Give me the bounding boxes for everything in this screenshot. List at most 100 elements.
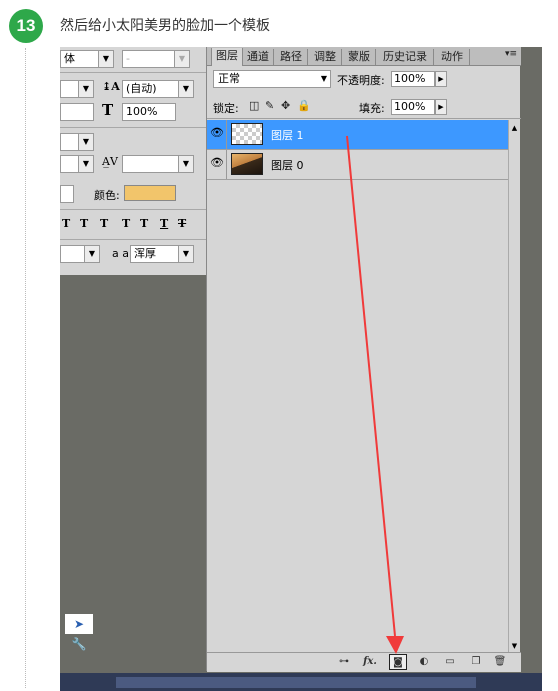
trash-icon[interactable]: 🗑	[491, 654, 509, 670]
lock-brush-icon[interactable]: ✎	[265, 99, 274, 112]
font-style-value: 体	[64, 52, 75, 65]
fill-input[interactable]: 100%	[391, 99, 435, 115]
underline-button[interactable]: T	[160, 217, 168, 230]
visibility-toggle[interactable]: 👁	[207, 120, 227, 149]
divider	[207, 118, 521, 119]
eye-icon: 👁	[210, 126, 224, 139]
tracking-select[interactable]: ▼	[122, 155, 194, 173]
panel-tabs: 图层 通道 路径 调整 蒙版 历史记录 动作 ▾≡	[207, 47, 521, 66]
antialias-value: 浑厚	[134, 247, 156, 260]
fill-label: 填充:	[359, 102, 385, 115]
layer-thumbnail	[231, 123, 263, 145]
add-mask-icon[interactable]: ◙	[389, 654, 407, 670]
wrench-icon[interactable]: ➤ 🔧	[65, 614, 93, 651]
chevron-down-icon[interactable]: ▼	[178, 245, 194, 263]
chevron-down-icon: ▼	[320, 74, 327, 83]
blend-mode-select[interactable]: 正常 ▼	[213, 70, 331, 88]
step-number-badge: 13	[9, 9, 43, 43]
kerning-select[interactable]: ▼	[60, 133, 94, 151]
color-label: 颜色:	[94, 189, 120, 202]
font-style-select[interactable]: 体 ▼	[60, 50, 114, 68]
new-layer-icon[interactable]: ❐	[467, 654, 485, 670]
chevron-down-icon[interactable]: ▼	[78, 133, 94, 151]
dotted-guide-line	[25, 48, 26, 688]
taskbar-strip	[116, 677, 476, 688]
antialias-label: a a	[112, 247, 129, 260]
tab-paths[interactable]: 路径	[275, 49, 308, 65]
leading-icon: ↨A	[102, 80, 120, 93]
disabled-value: -	[126, 52, 130, 65]
horizontal-scale-select[interactable]: ▼	[60, 155, 94, 173]
small-caps-button[interactable]: T	[140, 217, 148, 230]
chevron-down-icon[interactable]: ▼	[178, 155, 194, 173]
layer-thumbnail	[231, 153, 263, 175]
vertical-scale-icon: T	[102, 101, 114, 119]
divider	[60, 72, 206, 73]
scroll-down-icon[interactable]: ▼	[509, 640, 520, 652]
chevron-down-icon[interactable]: ▼	[78, 155, 94, 173]
lock-move-icon[interactable]: ✥	[281, 99, 290, 112]
text-color-swatch[interactable]	[124, 185, 176, 201]
blend-mode-value: 正常	[218, 72, 240, 85]
tracking-field[interactable]	[60, 103, 94, 121]
character-panel: 体 ▼ - ▼ ▼ ↨A (自动) ▼ T 100% ▼ ▼ A̲V ▼ 颜色:…	[60, 47, 207, 275]
faux-bold-button[interactable]: T	[62, 217, 70, 230]
photoshop-screenshot: 体 ▼ - ▼ ▼ ↨A (自动) ▼ T 100% ▼ ▼ A̲V ▼ 颜色:…	[60, 47, 542, 691]
opacity-slider-arrow-icon[interactable]: ▶	[435, 71, 447, 87]
vertical-scale-input[interactable]: 100%	[122, 103, 176, 121]
tab-actions[interactable]: 动作	[435, 49, 470, 65]
tab-masks[interactable]: 蒙版	[343, 49, 376, 65]
lock-transparent-icon[interactable]: ◫	[249, 99, 259, 112]
lock-all-icon[interactable]: 🔒	[297, 99, 311, 112]
antialias-select[interactable]: 浑厚 ▼	[130, 245, 194, 263]
group-folder-icon[interactable]: ▭	[441, 654, 459, 670]
chevron-down-icon[interactable]: ▼	[98, 50, 114, 68]
chevron-down-icon[interactable]: ▼	[78, 80, 94, 98]
divider	[60, 127, 206, 128]
tab-history[interactable]: 历史记录	[377, 49, 434, 65]
layers-scrollbar[interactable]: ▲ ▼	[508, 120, 520, 652]
tab-channels[interactable]: 通道	[243, 49, 274, 65]
tab-adjustments[interactable]: 调整	[309, 49, 342, 65]
superscript-button[interactable]: T	[100, 217, 108, 230]
layer-name: 图层 1	[271, 129, 304, 142]
layers-bottom-toolbar: ⊶ fx. ◙ ◐ ▭ ❐ 🗑	[207, 652, 521, 672]
link-layers-icon[interactable]: ⊶	[335, 654, 353, 670]
chevron-down-icon: ▼	[174, 50, 190, 68]
opacity-input[interactable]: 100%	[391, 71, 435, 87]
chevron-down-icon[interactable]: ▼	[84, 245, 100, 263]
opacity-label: 不透明度:	[337, 74, 385, 87]
layers-panel: 图层 通道 路径 调整 蒙版 历史记录 动作 ▾≡ 正常 ▼ 不透明度: 100…	[206, 47, 521, 672]
font-size-select[interactable]: ▼	[60, 80, 94, 98]
divider	[60, 239, 206, 240]
baseline-input[interactable]	[60, 185, 74, 203]
vertical-scale-value: 100%	[126, 105, 158, 118]
tab-layers[interactable]: 图层	[211, 48, 243, 66]
fx-button[interactable]: fx.	[361, 654, 379, 670]
fill-slider-arrow-icon[interactable]: ▶	[435, 99, 447, 115]
lock-label: 锁定:	[213, 102, 239, 115]
taskbar	[60, 673, 542, 691]
layer-name: 图层 0	[271, 159, 304, 172]
scroll-up-icon[interactable]: ▲	[509, 122, 520, 134]
language-select[interactable]: ▼	[60, 245, 100, 263]
divider	[60, 209, 206, 210]
subscript-button[interactable]: T	[122, 217, 130, 230]
adjustment-icon[interactable]: ◐	[415, 654, 433, 670]
divider	[207, 179, 509, 180]
chevron-down-icon[interactable]: ▼	[178, 80, 194, 98]
eye-icon: 👁	[210, 156, 224, 169]
fill-value: 100%	[394, 100, 426, 113]
visibility-toggle[interactable]: 👁	[207, 150, 227, 179]
font-style-disabled-select: - ▼	[122, 50, 190, 68]
leading-value: (自动)	[126, 82, 157, 95]
all-caps-button[interactable]: T	[80, 217, 88, 230]
layer-row-1[interactable]: 👁 图层 1	[207, 120, 509, 149]
step-title: 然后给小太阳美男的脸加一个模板	[60, 18, 270, 34]
opacity-value: 100%	[394, 72, 426, 85]
leading-select[interactable]: (自动) ▼	[122, 80, 194, 98]
tracking-icon: A̲V	[102, 155, 118, 168]
layer-row-0[interactable]: 👁 图层 0	[207, 150, 509, 179]
strikethrough-button[interactable]: T	[178, 217, 186, 230]
panel-menu-icon[interactable]: ▾≡	[505, 49, 517, 59]
